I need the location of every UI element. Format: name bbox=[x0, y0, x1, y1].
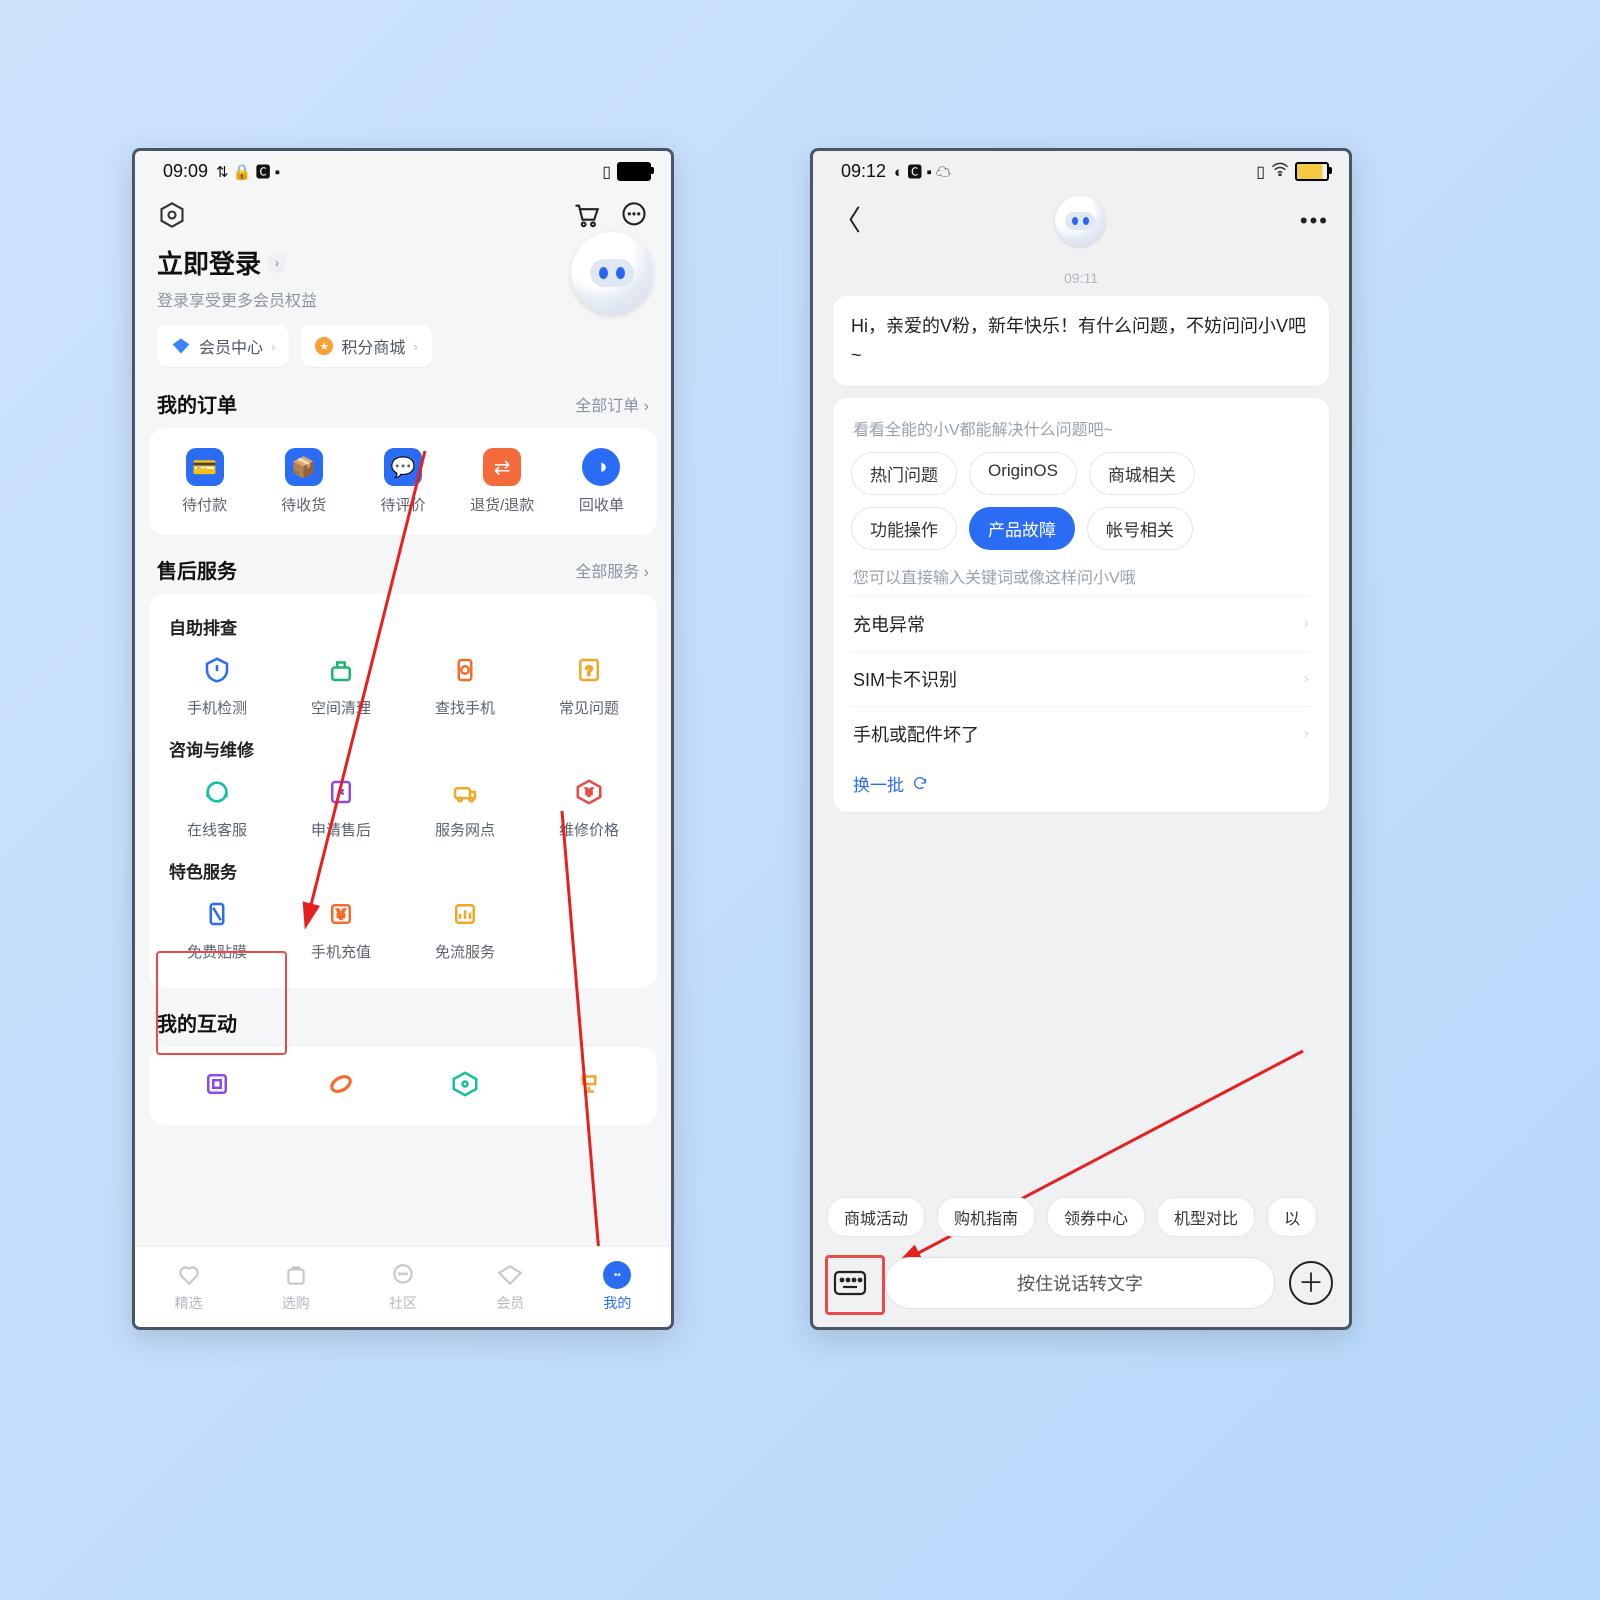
space-clean[interactable]: 空间清理 bbox=[279, 645, 403, 730]
member-center-chip[interactable]: 会员中心› bbox=[157, 325, 289, 367]
category-pills: 热门问题 OriginOS 商城相关 功能操作 产品故障 帐号相关 bbox=[851, 452, 1311, 550]
suggest-buying-guide[interactable]: 购机指南 bbox=[937, 1197, 1035, 1237]
pill-mall[interactable]: 商城相关 bbox=[1089, 452, 1195, 495]
status-icons-right: ◐ 🅲 ▪ ☁ bbox=[894, 161, 951, 182]
faq-panel: 看看全能的小V都能解决什么问题吧~ 热门问题 OriginOS 商城相关 功能操… bbox=[833, 398, 1329, 812]
interact-1[interactable] bbox=[155, 1059, 279, 1123]
chat-bot-avatar[interactable] bbox=[1055, 196, 1105, 246]
nav-shop[interactable]: 选购 bbox=[242, 1261, 349, 1313]
svg-text:?: ? bbox=[586, 664, 593, 678]
status-time-right: 09:12 bbox=[841, 161, 886, 182]
svg-text:¥: ¥ bbox=[336, 907, 345, 922]
sim-icon: ▯ bbox=[1256, 162, 1265, 182]
greeting-bubble: Hi，亲爱的V粉，新年快乐！有什么问题，不妨问问小V吧~ bbox=[833, 296, 1329, 386]
nav-member[interactable]: 会员 bbox=[457, 1261, 564, 1313]
status-time: 09:09 bbox=[163, 161, 208, 182]
voice-input-button[interactable]: 按住说话转文字 bbox=[885, 1257, 1275, 1309]
status-icons-left: ⇅ 🔒 🅲 ▪ bbox=[216, 161, 280, 182]
highlight-keyboard-button bbox=[825, 1255, 885, 1315]
phone-screen-chat: 09:12 ◐ 🅲 ▪ ☁ ▯ 〈 ••• 09:11 Hi，亲爱的V粉，新年快… bbox=[810, 148, 1352, 1330]
refresh-batch[interactable]: 换一批 bbox=[851, 761, 1311, 802]
service-title: 售后服务 bbox=[157, 555, 237, 584]
bottom-nav: 精选 选购 社区 会员 ••我的 bbox=[135, 1246, 671, 1327]
bot-avatar[interactable] bbox=[571, 232, 653, 314]
repair-price[interactable]: ¥维修价格 bbox=[527, 767, 651, 852]
status-bar: 09:09 ⇅ 🔒 🅲 ▪ ▯ bbox=[135, 151, 671, 186]
suggestion-row: 商城活动 购机指南 领券中心 机型对比 以 bbox=[813, 1197, 1349, 1237]
pill-originos[interactable]: OriginOS bbox=[969, 452, 1077, 495]
self-check-title: 自助排查 bbox=[155, 608, 651, 645]
pill-product-fault[interactable]: 产品故障 bbox=[969, 507, 1075, 550]
phone-recharge[interactable]: ¥手机充值 bbox=[279, 889, 403, 974]
suggest-mall-activity[interactable]: 商城活动 bbox=[827, 1197, 925, 1237]
orders-grid: 💳待付款 📦待收货 💬待评价 ⇄退货/退款 ◑回收单 bbox=[155, 442, 651, 527]
faq[interactable]: ?常见问题 bbox=[527, 645, 651, 730]
phone-check[interactable]: 手机检测 bbox=[155, 645, 279, 730]
orders-title: 我的订单 bbox=[157, 389, 237, 418]
nav-community[interactable]: 社区 bbox=[349, 1261, 456, 1313]
pill-function[interactable]: 功能操作 bbox=[851, 507, 957, 550]
order-pending-receive[interactable]: 📦待收货 bbox=[254, 442, 353, 527]
find-phone[interactable]: 查找手机 bbox=[403, 645, 527, 730]
chevron-right-icon: › bbox=[267, 253, 287, 273]
panel-hint-2: 您可以直接输入关键词或像这样问小V哦 bbox=[853, 564, 1309, 588]
phone-screen-mine: 09:09 ⇅ 🔒 🅲 ▪ ▯ 立即登录 › 登录享受更多会员权益 bbox=[132, 148, 674, 1330]
back-button[interactable]: 〈 bbox=[833, 207, 861, 235]
interact-2[interactable] bbox=[279, 1059, 403, 1123]
highlight-online-service bbox=[156, 951, 287, 1055]
nav-mine[interactable]: ••我的 bbox=[564, 1261, 671, 1313]
chat-timestamp: 09:11 bbox=[813, 270, 1349, 286]
settings-hex-icon[interactable] bbox=[157, 200, 187, 230]
online-customer-service[interactable]: 在线客服 bbox=[155, 767, 279, 852]
plus-button[interactable]: ＋ bbox=[1289, 1261, 1333, 1305]
service-locations[interactable]: 服务网点 bbox=[403, 767, 527, 852]
pill-account[interactable]: 帐号相关 bbox=[1087, 507, 1193, 550]
featured-services-title: 特色服务 bbox=[155, 852, 651, 889]
svg-text:¥: ¥ bbox=[585, 787, 593, 799]
order-pending-pay[interactable]: 💳待付款 bbox=[155, 442, 254, 527]
cart-icon[interactable] bbox=[571, 200, 601, 230]
order-pending-review[interactable]: 💬待评价 bbox=[353, 442, 452, 527]
panel-hint-1: 看看全能的小V都能解决什么问题吧~ bbox=[853, 416, 1309, 440]
wifi-icon bbox=[1271, 162, 1289, 181]
interact-3[interactable] bbox=[403, 1059, 527, 1123]
free-data[interactable]: 免流服务 bbox=[403, 889, 527, 974]
more-menu-icon[interactable]: ••• bbox=[1300, 208, 1329, 234]
order-refund[interactable]: ⇄退货/退款 bbox=[453, 442, 552, 527]
faq-sim[interactable]: SIM卡不识别› bbox=[851, 651, 1311, 706]
points-mall-chip[interactable]: ★ 积分商城› bbox=[301, 325, 431, 367]
faq-charging[interactable]: 充电异常› bbox=[851, 596, 1311, 651]
pill-hot[interactable]: 热门问题 bbox=[851, 452, 957, 495]
service-more[interactable]: 全部服务 › bbox=[575, 558, 649, 582]
orders-more[interactable]: 全部订单 › bbox=[575, 392, 649, 416]
signal-icon: ▯ bbox=[602, 162, 611, 182]
battery-icon bbox=[617, 162, 651, 181]
order-recycle[interactable]: ◑回收单 bbox=[552, 442, 651, 527]
suggest-model-compare[interactable]: 机型对比 bbox=[1157, 1197, 1255, 1237]
nav-featured[interactable]: 精选 bbox=[135, 1261, 242, 1313]
suggest-more[interactable]: 以 bbox=[1267, 1197, 1317, 1237]
messages-icon[interactable] bbox=[619, 200, 649, 230]
consult-repair-title: 咨询与维修 bbox=[155, 730, 651, 767]
battery-icon-yellow bbox=[1295, 162, 1329, 181]
interact-4[interactable] bbox=[527, 1059, 651, 1123]
status-bar-right: 09:12 ◐ 🅲 ▪ ☁ ▯ bbox=[813, 151, 1349, 186]
suggest-coupon-center[interactable]: 领券中心 bbox=[1047, 1197, 1145, 1237]
faq-broken[interactable]: 手机或配件坏了› bbox=[851, 706, 1311, 761]
apply-after-sales[interactable]: 申请售后 bbox=[279, 767, 403, 852]
